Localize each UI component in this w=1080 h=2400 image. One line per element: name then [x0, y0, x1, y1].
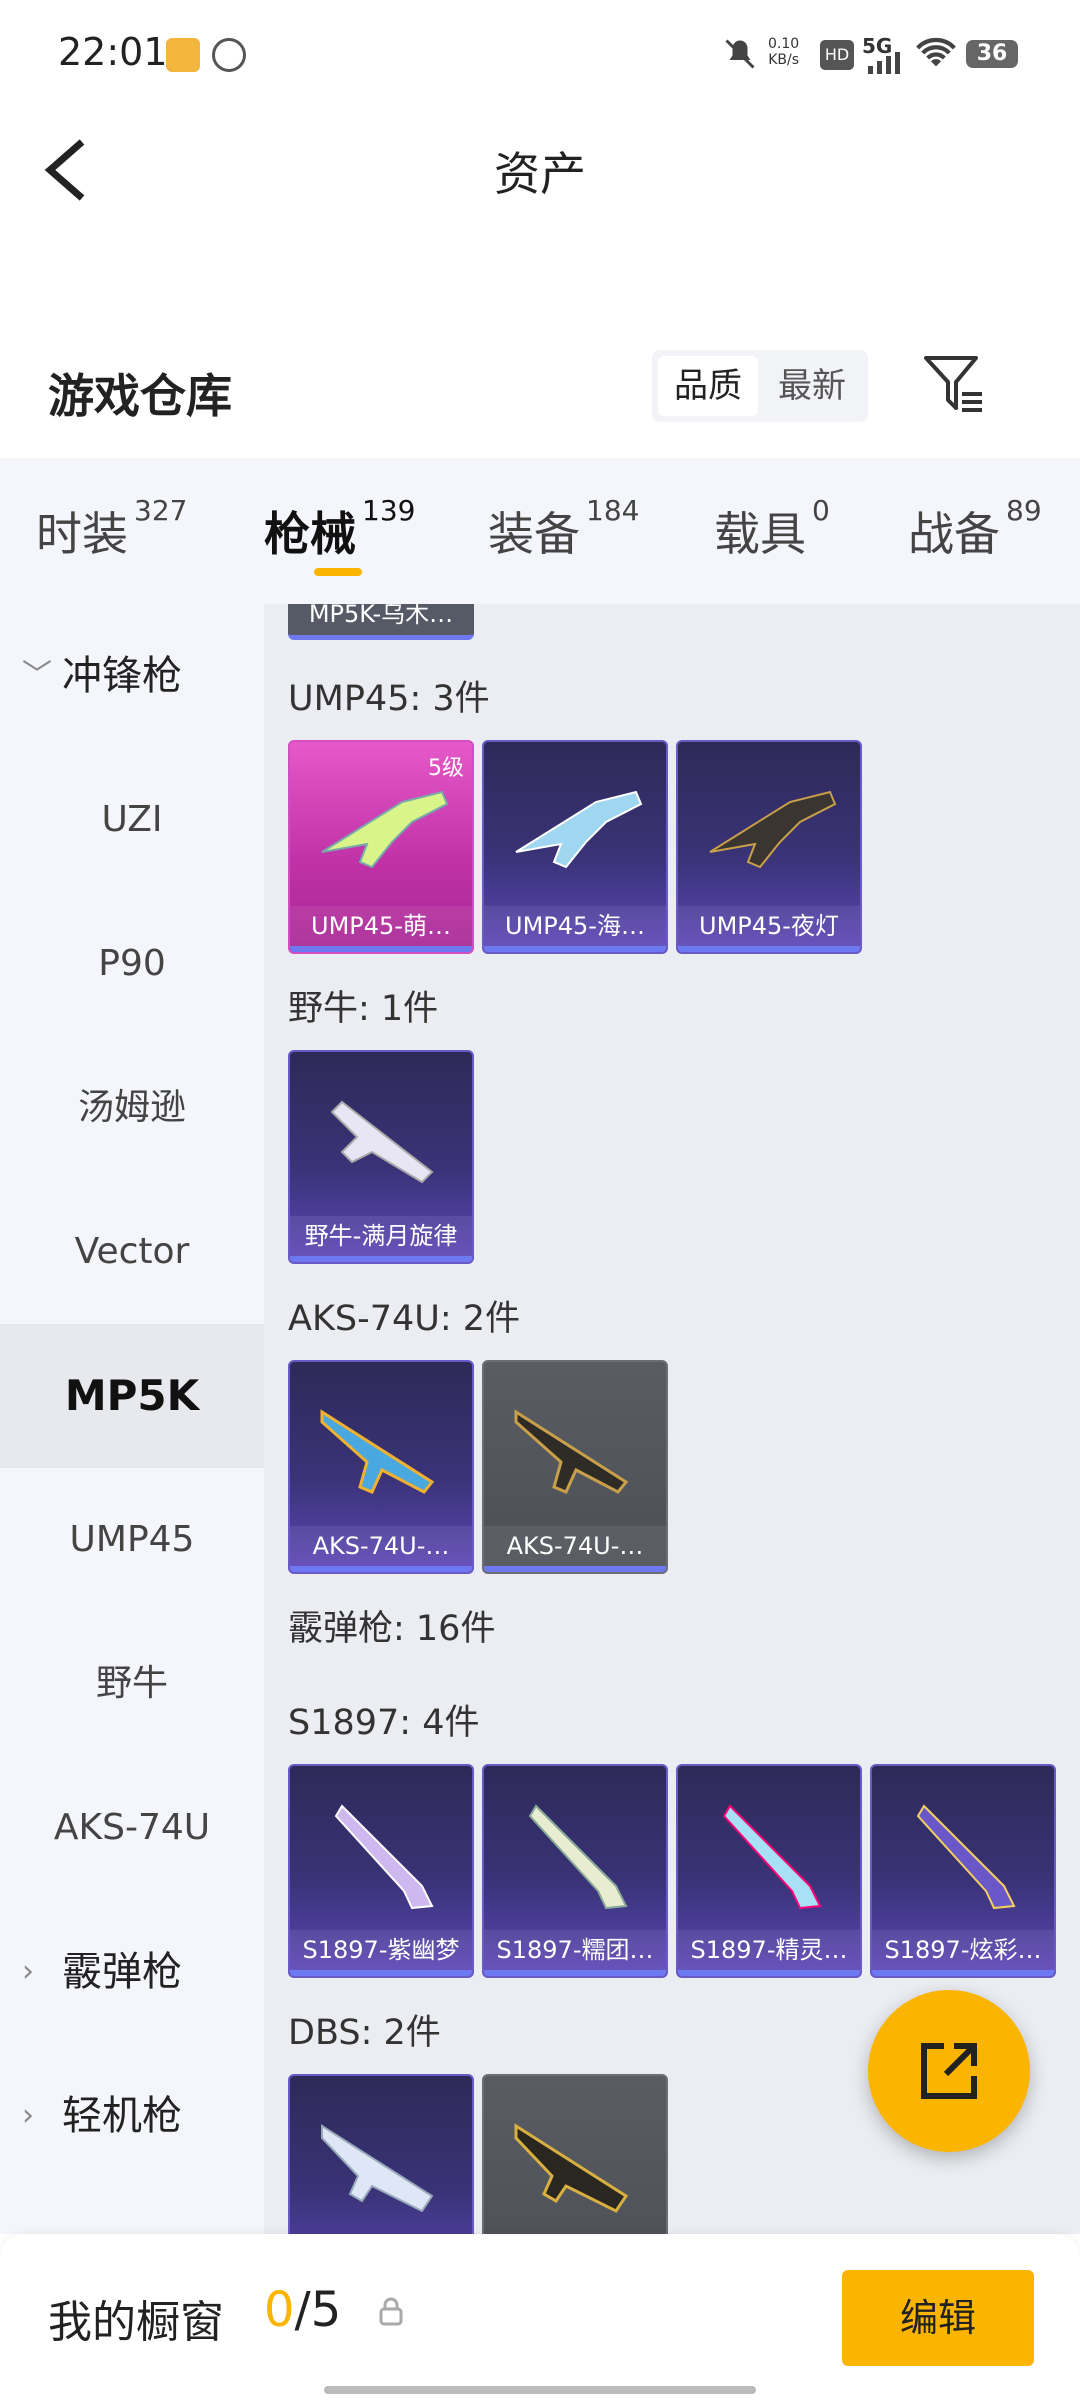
sidebar-item-uzi[interactable]: UZI: [0, 748, 264, 892]
app-notification-icon: [166, 38, 200, 72]
tab-equipment[interactable]: 装备 184: [488, 494, 639, 564]
sidebar-item-mp5k[interactable]: MP5K: [0, 1324, 264, 1468]
weapon-type-sidebar: ﹀ 冲锋枪 UZI P90 汤姆逊 Vector MP5K UMP45 野牛 AK…: [0, 604, 264, 2234]
weapon-card[interactable]: 5级 UMP45-萌…: [288, 740, 474, 954]
weapon-card[interactable]: S1897-糯团…: [482, 1764, 668, 1978]
quality-bar: [290, 946, 472, 952]
signal-icon: [868, 52, 900, 74]
gun-image-icon: [722, 1804, 822, 1910]
weapon-name: UMP45-夜灯: [678, 906, 860, 946]
quality-bar: [290, 1566, 472, 1572]
share-icon: [921, 2043, 977, 2099]
sidebar-item-ump45[interactable]: UMP45: [0, 1468, 264, 1612]
quality-bar: [484, 1970, 666, 1976]
sidebar-item-vector[interactable]: Vector: [0, 1180, 264, 1324]
section-title: UMP45: 3件: [288, 679, 490, 719]
weapon-card[interactable]: [482, 2074, 668, 2234]
quality-bar: [872, 1970, 1054, 1976]
weapon-card[interactable]: MP5K-乌木…: [288, 604, 474, 640]
wifi-icon: [916, 37, 956, 67]
showcase-bar: 我的橱窗 0/5 编辑: [0, 2234, 1080, 2400]
gun-image-icon: [320, 1409, 435, 1494]
gun-image-icon: [321, 2124, 434, 2213]
gun-image-icon: [916, 1804, 1016, 1910]
showcase-count: 0/5: [264, 2282, 342, 2338]
active-tab-underline: [314, 568, 362, 576]
sidebar-group-shotgun[interactable]: › 霰弹枪: [0, 1900, 264, 2044]
weapon-name: 野牛-满月旋律: [290, 1216, 472, 1256]
section-title: S1897: 4件: [288, 1703, 480, 1743]
weapon-name: AKS-74U-…: [290, 1526, 472, 1566]
section-title: DBS: 2件: [288, 2013, 441, 2053]
share-button[interactable]: [868, 1990, 1030, 2152]
weapon-name: S1897-精灵…: [678, 1930, 860, 1970]
sync-icon: [212, 38, 246, 72]
weapon-card[interactable]: S1897-紫幽梦: [288, 1764, 474, 1978]
quality-bar: [678, 1970, 860, 1976]
chevron-down-icon: ﹀: [22, 658, 52, 693]
battery-icon: 36: [966, 40, 1018, 68]
tab-fashion[interactable]: 时装 327: [36, 494, 187, 564]
category-tabs: 时装 327 枪械 139 装备 184 载具 0 战备 89: [0, 458, 1080, 604]
status-bar: 22:01 0.10 KB/s HD 5G 36: [0, 0, 1080, 110]
lock-icon: [379, 2297, 403, 2326]
weapon-name: S1897-炫彩…: [872, 1930, 1054, 1970]
page-title: 资产: [494, 147, 586, 201]
edit-button[interactable]: 编辑: [842, 2270, 1034, 2366]
showcase-label: 我的橱窗: [48, 2297, 224, 2348]
sidebar-item-thompson[interactable]: 汤姆逊: [0, 1036, 264, 1180]
quality-bar: [678, 946, 860, 952]
weapon-card[interactable]: [288, 2074, 474, 2234]
quality-bar: [290, 1256, 472, 1262]
weapon-card[interactable]: S1897-炫彩…: [870, 1764, 1056, 1978]
chevron-right-icon: ›: [22, 1954, 34, 1989]
weapon-name: UMP45-海…: [484, 906, 666, 946]
weapon-card[interactable]: 野牛-满月旋律: [288, 1050, 474, 1264]
gun-image-icon: [709, 790, 837, 869]
weapon-card[interactable]: AKS-74U-…: [288, 1360, 474, 1574]
gun-image-icon: [330, 1100, 434, 1184]
weapon-name: UMP45-萌…: [290, 906, 472, 946]
gun-image-icon: [515, 790, 643, 869]
status-time: 22:01: [58, 30, 168, 74]
tab-guns[interactable]: 枪械 139: [264, 494, 415, 564]
gun-image-icon: [528, 1804, 628, 1910]
quality-bar: [290, 1970, 472, 1976]
sidebar-item-p90[interactable]: P90: [0, 892, 264, 1036]
sidebar-item-aks74u[interactable]: AKS-74U: [0, 1756, 264, 1900]
sort-toggle[interactable]: 品质 最新: [652, 350, 868, 422]
hd-icon: HD: [820, 40, 854, 70]
net-speed: 0.10 KB/s: [768, 36, 800, 68]
weapon-name: AKS-74U-…: [484, 1526, 666, 1566]
sort-latest-option[interactable]: 最新: [762, 356, 862, 416]
sidebar-group-lmg[interactable]: › 轻机枪: [0, 2044, 264, 2188]
filter-icon[interactable]: [922, 354, 986, 416]
home-indicator[interactable]: [324, 2386, 756, 2394]
warehouse-title: 游戏仓库: [48, 369, 232, 423]
sidebar-item-bizon[interactable]: 野牛: [0, 1612, 264, 1756]
section-title: 霰弹枪: 16件: [288, 1609, 496, 1649]
quality-bar: [484, 1566, 666, 1572]
tab-vehicles[interactable]: 载具 0: [714, 494, 830, 564]
tab-supplies[interactable]: 战备 89: [908, 494, 1042, 564]
weapon-name: S1897-糯团…: [484, 1930, 666, 1970]
sort-quality-option[interactable]: 品质: [658, 356, 758, 416]
section-title: AKS-74U: 2件: [288, 1299, 521, 1339]
gun-image-icon: [514, 2123, 629, 2213]
gun-image-icon: [334, 1804, 434, 1910]
section-title: 野牛: 1件: [288, 989, 439, 1029]
gun-image-icon: [514, 1409, 629, 1494]
sidebar-group-smg[interactable]: ﹀ 冲锋枪: [0, 604, 264, 748]
weapon-card[interactable]: UMP45-夜灯: [676, 740, 862, 954]
mute-icon: [725, 39, 755, 69]
weapon-card[interactable]: AKS-74U-…: [482, 1360, 668, 1574]
weapon-card[interactable]: UMP45-海…: [482, 740, 668, 954]
weapon-name: S1897-紫幽梦: [290, 1930, 472, 1970]
weapon-card[interactable]: S1897-精灵…: [676, 1764, 862, 1978]
chevron-right-icon: ›: [22, 2098, 34, 2133]
gun-image-icon: [321, 790, 449, 869]
quality-bar: [484, 946, 666, 952]
